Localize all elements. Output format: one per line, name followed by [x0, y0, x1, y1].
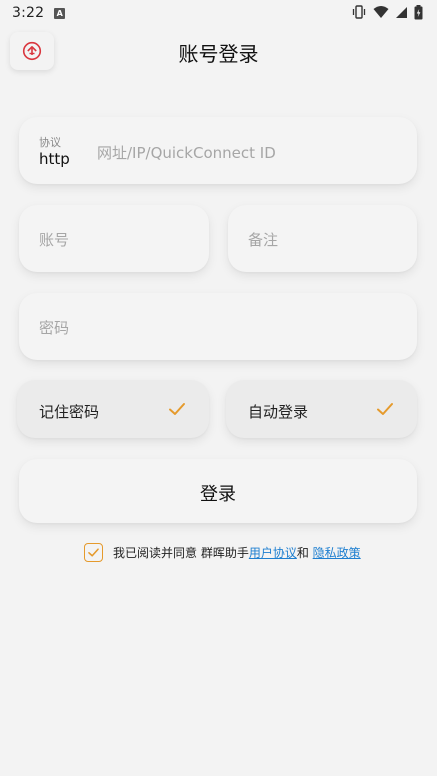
account-input[interactable]: 账号: [19, 205, 209, 272]
agreement-and: 和: [296, 546, 313, 560]
auto-login-toggle[interactable]: 自动登录: [226, 380, 417, 438]
password-placeholder: 密码: [39, 319, 70, 337]
login-screen: 3:22 A 账号登录 协议 http 网址/IP/QuickConnect I…: [0, 0, 437, 776]
check-icon: [169, 403, 185, 415]
address-field[interactable]: 协议 http 网址/IP/QuickConnect ID: [19, 117, 417, 184]
check-icon: [88, 548, 99, 557]
vibrate-icon: [352, 5, 366, 19]
account-placeholder: 账号: [39, 231, 70, 249]
agreement-text: 我已阅读并同意 群晖助手: [113, 546, 249, 560]
user-agreement-link[interactable]: 用户协议: [249, 544, 297, 561]
remark-input[interactable]: 备注: [228, 205, 417, 272]
notification-icon: A: [54, 7, 66, 19]
signal-icon: [396, 6, 407, 18]
agreement-row: 我已阅读并同意 群晖助手 用户协议 和 隐私政策: [84, 543, 361, 562]
page-title: 账号登录: [178, 42, 259, 66]
header: 账号登录: [0, 28, 437, 74]
battery-icon: [414, 4, 423, 19]
status-icons: [351, 4, 423, 20]
login-button-label: 登录: [200, 484, 236, 505]
login-button[interactable]: 登录: [19, 459, 417, 523]
check-icon: [377, 403, 393, 415]
remember-password-label: 记住密码: [39, 403, 100, 421]
status-time: 3:22: [12, 5, 45, 21]
protocol-label: 协议: [39, 136, 61, 149]
remark-placeholder: 备注: [248, 231, 279, 249]
auto-login-label: 自动登录: [248, 403, 309, 421]
status-bar: 3:22 A: [0, 0, 437, 26]
privacy-policy-link[interactable]: 隐私政策: [313, 544, 361, 561]
wifi-icon: [373, 6, 389, 18]
protocol-selector[interactable]: http: [39, 150, 70, 168]
password-input[interactable]: 密码: [19, 293, 417, 360]
agreement-checkbox[interactable]: [84, 543, 103, 562]
remember-password-toggle[interactable]: 记住密码: [17, 380, 209, 438]
address-input-placeholder: 网址/IP/QuickConnect ID: [97, 144, 276, 162]
